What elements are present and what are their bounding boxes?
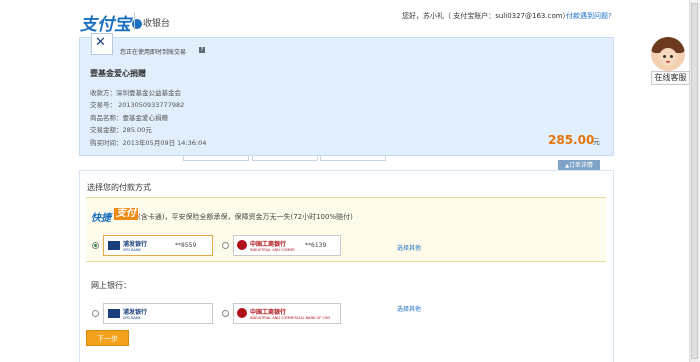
express-pay-logo: 快捷	[91, 213, 111, 224]
choose-payment-method-label: 选择您的付款方式	[87, 183, 151, 192]
order-tab[interactable]	[183, 156, 249, 161]
order-title: 壹基金爱心捐赠	[90, 69, 146, 78]
express-card-tail-number: **8559	[175, 242, 197, 249]
spdb-bank-logo-icon	[108, 241, 120, 250]
order-tab[interactable]	[252, 156, 318, 161]
order-trade-number: 交易号： 2013050933777982	[90, 101, 185, 109]
express-select-other-link[interactable]: 选择其他	[397, 243, 421, 252]
payment-amount-unit: 元	[593, 138, 600, 146]
online-banking-label: 网上银行：	[91, 281, 131, 290]
user-account-info: 您好，苏小礼（ 支付宝账户：suli0327@163.com）	[402, 12, 570, 20]
express-card-bank-sub: INDUSTRIAL AND COMMERCIAL BANK OF CHINA	[250, 248, 295, 252]
online-bank-name: 中国工商银行	[250, 309, 287, 316]
online-bank-radio-icbc[interactable]	[222, 310, 229, 317]
express-card-bank-name: 浦发银行	[123, 241, 148, 248]
online-bank-radio-spdb[interactable]	[92, 310, 99, 317]
online-service-button[interactable]: 在线客服	[651, 71, 690, 85]
order-trade-amount: 交易金额：285.00元	[90, 126, 152, 134]
online-bank-name: 浦发银行	[123, 309, 148, 316]
order-purchase-time: 购买时间：2013年05月09日 14:36:04	[90, 139, 207, 147]
order-product-name: 商品名称：壹基金爱心捐赠	[90, 114, 168, 122]
online-bank-sub: SPD BANK	[123, 316, 141, 320]
payment-help-link[interactable]: 付款遇到问题?	[566, 11, 612, 21]
icbc-bank-logo-icon	[237, 308, 247, 318]
payment-amount: 285.00	[548, 133, 595, 147]
online-bank-sub: INDUSTRIAL AND COMMERCIAL BANK OF CHINA	[250, 316, 330, 320]
order-recipient: 收款方：深圳壹基金公益基金会	[90, 89, 181, 97]
info-icon[interactable]: ?	[199, 47, 205, 53]
express-card-tail-number: **6139	[305, 242, 327, 249]
express-card-bank-sub: SPD BANK	[123, 248, 141, 252]
page-title: 收银台	[143, 19, 171, 29]
order-tab[interactable]	[320, 156, 386, 161]
alipay-logo[interactable]: 支付宝	[80, 10, 142, 35]
next-step-button[interactable]: 下一步	[86, 330, 129, 346]
online-select-other-link[interactable]: 选择其他	[397, 304, 421, 313]
scrollbar-thumb[interactable]	[691, 3, 698, 359]
transaction-type-notice: 您正在使用即时到账交易	[120, 49, 187, 56]
express-card-radio-icbc[interactable]	[222, 242, 229, 249]
express-pay-logo-badge: 支付	[114, 208, 138, 220]
icbc-bank-logo-icon	[237, 240, 247, 250]
vertical-scrollbar[interactable]	[689, 0, 700, 362]
express-pay-description: (含卡通)，平安保险全额承保，保障资金万无一失(72小时100%赔付)	[138, 213, 353, 221]
spdb-bank-logo-icon	[108, 309, 120, 318]
customer-service-avatar-icon[interactable]	[651, 37, 685, 71]
merchant-logo-icon: ✕	[95, 35, 106, 50]
express-card-radio-spdb[interactable]	[92, 242, 99, 249]
express-card-bank-name: 中国工商银行	[250, 241, 287, 248]
header-divider	[134, 12, 135, 30]
